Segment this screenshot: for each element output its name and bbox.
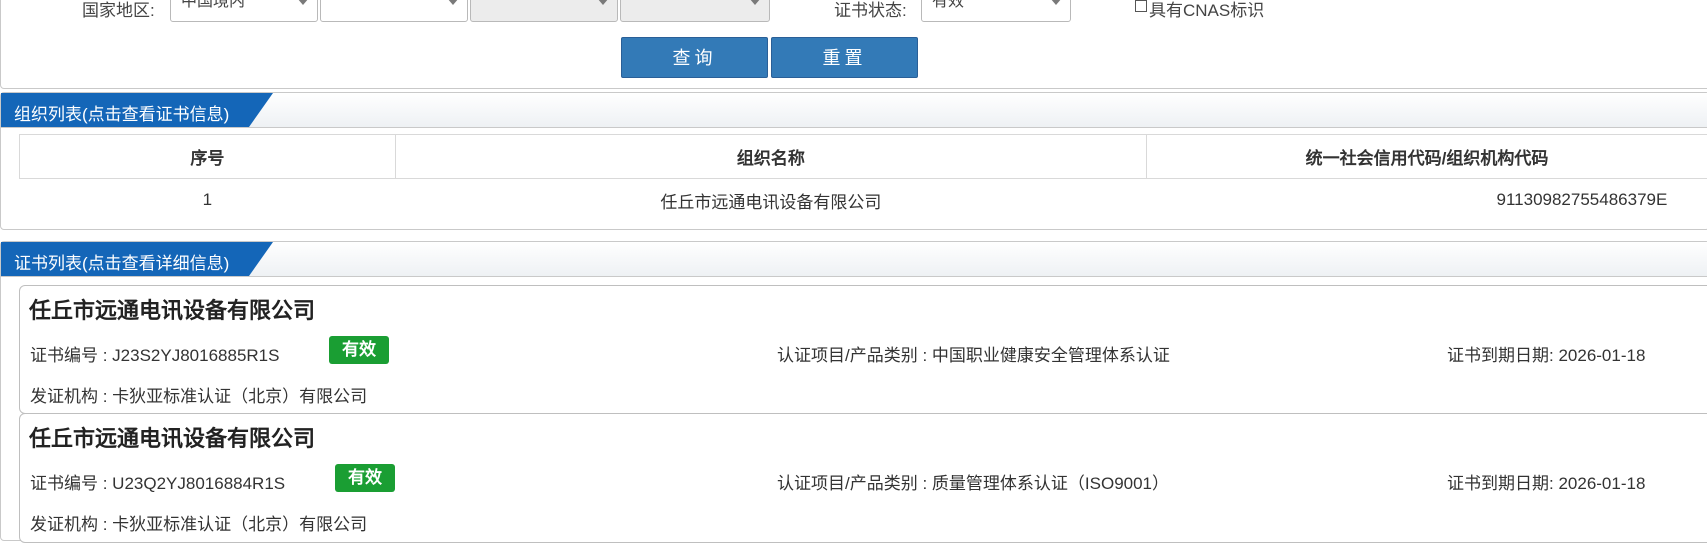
chevron-down-icon (447, 0, 459, 5)
query-button[interactable]: 查询 (621, 37, 768, 78)
cert-expiry: 证书到期日期: 2026-01-18 (1447, 469, 1645, 494)
cert-number-value: U23Q2YJ8016884R1S (112, 474, 285, 493)
org-table: 序号 组织名称 统一社会信用代码/组织机构代码 1 任丘市远通电讯设备有限公司 … (19, 134, 1707, 221)
cert-project-value: 中国职业健康安全管理体系认证 (932, 346, 1170, 365)
cert-card[interactable]: 任丘市远通电讯设备有限公司 证书编号 : U23Q2YJ8016884R1S 有… (19, 413, 1707, 543)
chevron-down-icon (1050, 0, 1062, 5)
cert-project-label: 认证项目/产品类别 : (777, 474, 932, 493)
cert-expiry: 证书到期日期: 2026-01-18 (1447, 341, 1645, 366)
status-select-value: 有效 (932, 0, 964, 10)
cert-project-value: 质量管理体系认证（ISO9001） (932, 474, 1169, 493)
chevron-down-icon (749, 0, 761, 5)
cert-project: 认证项目/产品类别 : 质量管理体系认证（ISO9001） (777, 469, 1169, 494)
cert-number-value: J23S2YJ8016885R1S (112, 346, 279, 365)
cert-number-label: 证书编号 : (30, 474, 112, 493)
cert-project-label: 认证项目/产品类别 : (777, 346, 932, 365)
cert-issuer-label: 发证机构 : (30, 515, 112, 534)
cert-number-label: 证书编号 : (30, 346, 112, 365)
row-org-code: 91130982755486379E (1147, 179, 1707, 222)
row-org-name[interactable]: 任丘市远通电讯设备有限公司 (395, 179, 1146, 222)
chevron-down-icon (597, 0, 609, 5)
org-list-title: 组织列表(点击查看证书信息) (14, 100, 229, 125)
table-row[interactable]: 1 任丘市远通电讯设备有限公司 91130982755486379E (20, 179, 1707, 222)
status-label: 证书状态: (834, 0, 907, 21)
cert-list-title: 证书列表(点击查看详细信息) (14, 249, 229, 274)
city-select[interactable] (470, 0, 618, 22)
cert-issuer-label: 发证机构 : (30, 387, 112, 406)
cert-expiry-value: 2026-01-18 (1558, 346, 1645, 365)
cert-org-name: 任丘市远通电讯设备有限公司 (29, 421, 315, 453)
cnas-checkbox[interactable] (1135, 0, 1147, 12)
status-badge: 有效 (335, 464, 395, 492)
cert-issuer-value: 卡狄亚标准认证（北京）有限公司 (112, 387, 367, 406)
column-header-index: 序号 (20, 135, 396, 179)
status-badge: 有效 (329, 336, 389, 364)
org-table-header-row: 序号 组织名称 统一社会信用代码/组织机构代码 (20, 135, 1707, 179)
org-list-header: 组织列表(点击查看证书信息) (1, 93, 1707, 128)
column-header-code: 统一社会信用代码/组织机构代码 (1147, 135, 1707, 179)
chevron-down-icon (297, 0, 309, 5)
cert-list-header: 证书列表(点击查看详细信息) (1, 242, 1707, 277)
cert-issuer: 发证机构 : 卡狄亚标准认证（北京）有限公司 (30, 382, 367, 407)
cert-expiry-label: 证书到期日期: (1447, 474, 1558, 493)
status-select[interactable]: 有效 (921, 0, 1071, 22)
district-select[interactable] (620, 0, 770, 22)
cnas-label: 具有CNAS标识 (1149, 0, 1264, 21)
region-select-value: 中国境内 (181, 0, 245, 10)
reset-button[interactable]: 重置 (771, 37, 918, 78)
column-header-name: 组织名称 (395, 135, 1146, 179)
region-label: 国家地区: (82, 0, 155, 21)
cert-issuer-value: 卡狄亚标准认证（北京）有限公司 (112, 515, 367, 534)
province-select[interactable] (320, 0, 468, 22)
cert-number: 证书编号 : J23S2YJ8016885R1S (30, 341, 279, 366)
cert-number: 证书编号 : U23Q2YJ8016884R1S (30, 469, 285, 494)
row-index: 1 (20, 179, 396, 222)
cert-project: 认证项目/产品类别 : 中国职业健康安全管理体系认证 (777, 341, 1170, 366)
cert-expiry-label: 证书到期日期: (1447, 346, 1558, 365)
cert-card[interactable]: 任丘市远通电讯设备有限公司 证书编号 : J23S2YJ8016885R1S 有… (19, 285, 1707, 414)
cert-issuer: 发证机构 : 卡狄亚标准认证（北京）有限公司 (30, 510, 367, 535)
cert-expiry-value: 2026-01-18 (1558, 474, 1645, 493)
region-select[interactable]: 中国境内 (170, 0, 318, 22)
cert-org-name: 任丘市远通电讯设备有限公司 (29, 293, 315, 325)
